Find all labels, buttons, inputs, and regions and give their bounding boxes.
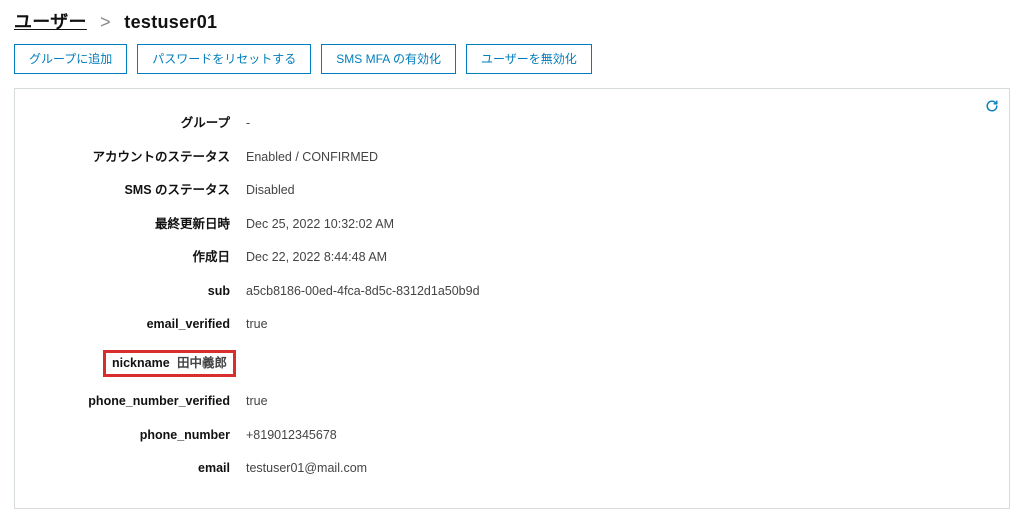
disable-user-button[interactable]: ユーザーを無効化 <box>466 44 592 74</box>
attr-row-updated-at: 最終更新日時 Dec 25, 2022 10:32:02 AM <box>29 208 486 242</box>
attr-label: email_verified <box>29 308 236 342</box>
add-to-group-button[interactable]: グループに追加 <box>14 44 127 74</box>
breadcrumb-current: testuser01 <box>124 12 217 32</box>
attr-label: アカウントのステータス <box>29 141 236 175</box>
attr-label: email <box>29 452 236 486</box>
attribute-list: グループ - アカウントのステータス Enabled / CONFIRMED S… <box>29 107 486 486</box>
attr-row-phone-number-verified: phone_number_verified true <box>29 385 486 419</box>
attr-label: グループ <box>29 107 236 141</box>
attr-row-email: email testuser01@mail.com <box>29 452 486 486</box>
attr-row-group: グループ - <box>29 107 486 141</box>
attr-value: testuser01@mail.com <box>236 452 486 486</box>
attr-value: a5cb8186-00ed-4fca-8d5c-8312d1a50b9d <box>236 275 486 309</box>
attr-value: Dec 22, 2022 8:44:48 AM <box>236 241 486 275</box>
attr-label: 作成日 <box>29 241 236 275</box>
refresh-icon[interactable] <box>985 99 999 113</box>
attr-row-created-at: 作成日 Dec 22, 2022 8:44:48 AM <box>29 241 486 275</box>
reset-password-button[interactable]: パスワードをリセットする <box>137 44 311 74</box>
attr-row-email-verified: email_verified true <box>29 308 486 342</box>
attr-label: sub <box>29 275 236 309</box>
attr-label: nickname <box>112 355 167 373</box>
attr-value: Enabled / CONFIRMED <box>236 141 486 175</box>
attr-row-sub: sub a5cb8186-00ed-4fca-8d5c-8312d1a50b9d <box>29 275 486 309</box>
attr-row-nickname: nickname 田中義郎 <box>29 342 486 386</box>
attr-label: phone_number <box>29 419 236 453</box>
attr-value: +819012345678 <box>236 419 486 453</box>
attr-row-phone-number: phone_number +819012345678 <box>29 419 486 453</box>
attr-label: SMS のステータス <box>29 174 236 208</box>
attr-value-cell-empty <box>236 342 486 386</box>
attr-value: Dec 25, 2022 10:32:02 AM <box>236 208 486 242</box>
attr-value: true <box>236 308 486 342</box>
attr-value: true <box>236 385 486 419</box>
attr-label: 最終更新日時 <box>29 208 236 242</box>
attr-row-account-status: アカウントのステータス Enabled / CONFIRMED <box>29 141 486 175</box>
attr-label-cell: nickname 田中義郎 <box>29 342 236 386</box>
breadcrumb-separator: > <box>100 12 111 32</box>
user-detail-card: グループ - アカウントのステータス Enabled / CONFIRMED S… <box>14 88 1010 509</box>
attr-row-sms-status: SMS のステータス Disabled <box>29 174 486 208</box>
breadcrumb-root-link[interactable]: ユーザー <box>14 12 87 32</box>
attr-label: phone_number_verified <box>29 385 236 419</box>
action-bar: グループに追加 パスワードをリセットする SMS MFA の有効化 ユーザーを無… <box>0 44 1024 88</box>
breadcrumb: ユーザー > testuser01 <box>0 0 1024 44</box>
enable-sms-mfa-button[interactable]: SMS MFA の有効化 <box>321 44 456 74</box>
highlight-box: nickname 田中義郎 <box>103 350 236 378</box>
attr-value: 田中義郎 <box>177 355 227 373</box>
attr-value: Disabled <box>236 174 486 208</box>
attr-value: - <box>236 107 486 141</box>
